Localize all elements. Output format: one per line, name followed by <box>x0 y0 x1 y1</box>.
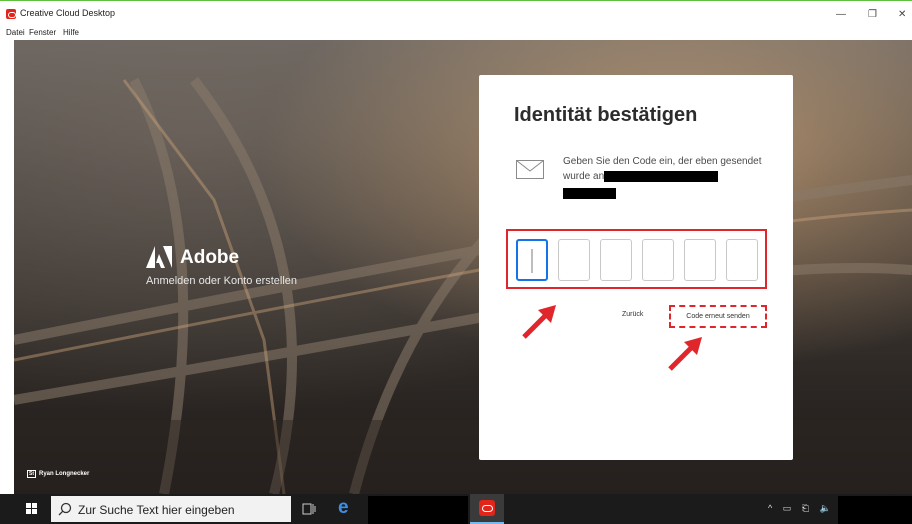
stock-badge: St <box>27 470 36 478</box>
photo-credit: St Ryan Longnecker <box>27 470 89 478</box>
mail-icon <box>516 160 544 179</box>
creative-cloud-taskbar-icon <box>479 500 495 516</box>
code-digit-3[interactable] <box>600 239 632 281</box>
task-view-icon[interactable] <box>302 502 316 516</box>
close-button[interactable]: ✕ <box>898 9 906 20</box>
annotation-arrow-icon <box>522 305 556 339</box>
adobe-wordmark: Adobe <box>180 247 240 268</box>
annotation-arrow-icon <box>668 337 702 371</box>
verification-dialog: Identität bestätigen Geben Sie den Code … <box>479 75 793 460</box>
dialog-title: Identität bestätigen <box>514 104 698 126</box>
creative-cloud-icon <box>6 9 16 19</box>
window-title: Creative Cloud Desktop <box>20 8 116 18</box>
tray-chevron-icon[interactable]: ^ <box>768 503 776 513</box>
menu-bar: Datei Fenster Hilfe <box>0 28 912 40</box>
search-placeholder: Zur Suche Text hier eingeben <box>78 503 235 517</box>
title-bar: Creative Cloud Desktop — ❐ ✕ <box>0 0 912 28</box>
resend-code-button[interactable]: Code erneut senden <box>669 305 767 328</box>
code-digit-2[interactable] <box>558 239 590 281</box>
taskbar-clock-redacted <box>838 496 912 524</box>
text-cursor <box>531 249 533 273</box>
taskbar-search-input[interactable]: Zur Suche Text hier eingeben <box>51 496 291 522</box>
tray-volume-icon[interactable]: 🔈 <box>820 503 835 513</box>
code-input-group <box>506 229 767 289</box>
tray-battery-icon[interactable]: ▭ <box>783 503 796 513</box>
system-tray[interactable]: ^ ▭ ⎗ 🔈 <box>768 503 835 514</box>
minimize-button[interactable]: — <box>836 9 846 20</box>
maximize-button[interactable]: ❐ <box>868 9 877 20</box>
code-digit-5[interactable] <box>684 239 716 281</box>
taskbar: Zur Suche Text hier eingeben e ^ ▭ ⎗ 🔈 <box>0 494 912 524</box>
edge-browser-icon[interactable]: e <box>338 497 349 519</box>
tray-network-icon[interactable]: ⎗ <box>802 503 813 513</box>
adobe-logo-icon <box>146 246 172 268</box>
windows-start-icon[interactable] <box>14 494 50 524</box>
taskbar-creative-cloud[interactable] <box>470 494 504 524</box>
taskbar-app-redacted[interactable] <box>368 496 468 524</box>
menu-hilfe[interactable]: Hilfe <box>63 28 79 37</box>
code-digit-6[interactable] <box>726 239 758 281</box>
redacted-email <box>604 171 718 182</box>
code-digit-4[interactable] <box>642 239 674 281</box>
menu-datei[interactable]: Datei <box>6 28 25 37</box>
back-button[interactable]: Zurück <box>622 311 643 318</box>
menu-fenster[interactable]: Fenster <box>29 28 56 37</box>
code-digit-1[interactable] <box>516 239 548 281</box>
adobe-tagline: Anmelden oder Konto erstellen <box>146 275 298 287</box>
photo-credit-name: Ryan Longnecker <box>39 471 90 477</box>
redacted-email-continued <box>563 188 616 199</box>
search-icon <box>58 502 72 516</box>
